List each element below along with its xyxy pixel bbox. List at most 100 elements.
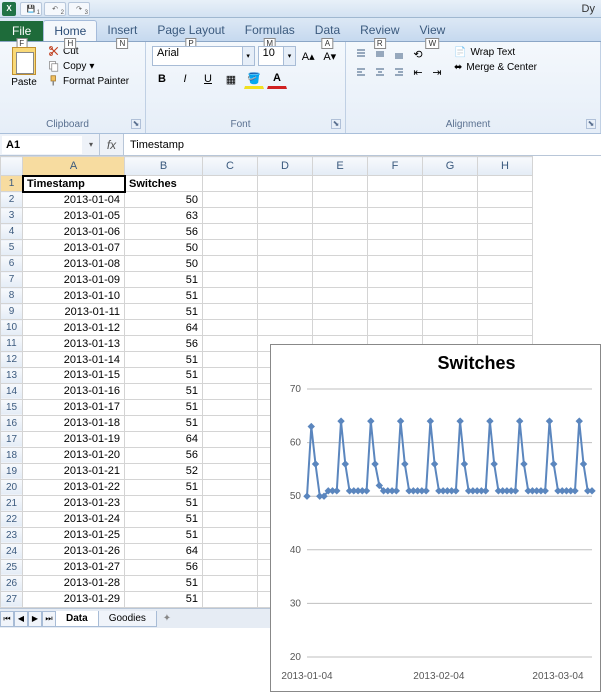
cell-B15[interactable]: 51: [125, 399, 203, 415]
row-header-20[interactable]: 20: [1, 479, 23, 495]
row-header-4[interactable]: 4: [1, 224, 23, 240]
cell-B20[interactable]: 51: [125, 479, 203, 495]
cell-B12[interactable]: 51: [125, 352, 203, 368]
cell-A8[interactable]: 2013-01-10: [23, 288, 125, 304]
new-sheet-button[interactable]: ✦: [157, 613, 177, 624]
sheet-tab-goodies[interactable]: Goodies: [98, 611, 157, 627]
cell-A7[interactable]: 2013-01-09: [23, 272, 125, 288]
align-center-button[interactable]: [371, 64, 389, 80]
col-header-D[interactable]: D: [258, 157, 313, 176]
grow-font-button[interactable]: A▴: [299, 46, 318, 66]
qat-save[interactable]: 💾1: [20, 2, 42, 16]
align-bottom-button[interactable]: [390, 46, 408, 62]
row-header-27[interactable]: 27: [1, 591, 23, 607]
qat-undo[interactable]: ↶2: [44, 2, 66, 16]
cell-A5[interactable]: 2013-01-07: [23, 240, 125, 256]
cell-B22[interactable]: 51: [125, 511, 203, 527]
row-header-7[interactable]: 7: [1, 272, 23, 288]
select-all-corner[interactable]: [1, 157, 23, 176]
cell-B11[interactable]: 56: [125, 336, 203, 352]
row-header-2[interactable]: 2: [1, 192, 23, 208]
col-header-B[interactable]: B: [125, 157, 203, 176]
chart[interactable]: Switches2030405060702013-01-042013-02-04…: [270, 344, 601, 692]
cell-B16[interactable]: 51: [125, 415, 203, 431]
name-box-dropdown[interactable]: ▾: [84, 140, 98, 149]
cell-B25[interactable]: 56: [125, 559, 203, 575]
row-header-15[interactable]: 15: [1, 399, 23, 415]
cell-A24[interactable]: 2013-01-26: [23, 543, 125, 559]
alignment-dialog-launcher[interactable]: ⬊: [586, 119, 596, 129]
cell-A16[interactable]: 2013-01-18: [23, 415, 125, 431]
row-header-24[interactable]: 24: [1, 543, 23, 559]
cell-A14[interactable]: 2013-01-16: [23, 383, 125, 399]
qat-redo[interactable]: ↷3: [68, 2, 90, 16]
tab-page-layout[interactable]: Page LayoutP: [147, 20, 234, 41]
fill-color-button[interactable]: 🪣: [244, 69, 264, 89]
format-painter-button[interactable]: Format Painter: [46, 74, 131, 88]
formula-input[interactable]: [124, 134, 601, 155]
cell-B13[interactable]: 51: [125, 368, 203, 384]
cell-B3[interactable]: 63: [125, 208, 203, 224]
row-header-21[interactable]: 21: [1, 495, 23, 511]
row-header-11[interactable]: 11: [1, 336, 23, 352]
sheet-nav-next[interactable]: ▶: [28, 611, 42, 627]
cell-B17[interactable]: 64: [125, 431, 203, 447]
cell-B6[interactable]: 50: [125, 256, 203, 272]
row-header-12[interactable]: 12: [1, 352, 23, 368]
cell-B10[interactable]: 64: [125, 320, 203, 336]
cell-B14[interactable]: 51: [125, 383, 203, 399]
cell-B4[interactable]: 56: [125, 224, 203, 240]
sheet-nav-prev[interactable]: ◀: [14, 611, 28, 627]
fx-icon[interactable]: fx: [100, 134, 124, 155]
cell-B7[interactable]: 51: [125, 272, 203, 288]
align-top-button[interactable]: [352, 46, 370, 62]
row-header-17[interactable]: 17: [1, 431, 23, 447]
orientation-button[interactable]: ⟲: [409, 46, 427, 62]
row-header-26[interactable]: 26: [1, 575, 23, 591]
row-header-22[interactable]: 22: [1, 511, 23, 527]
tab-review[interactable]: ReviewR: [350, 20, 409, 41]
cell-A9[interactable]: 2013-01-11: [23, 304, 125, 320]
cell-A19[interactable]: 2013-01-21: [23, 463, 125, 479]
underline-button[interactable]: U: [198, 69, 218, 89]
cell-A4[interactable]: 2013-01-06: [23, 224, 125, 240]
cell-B21[interactable]: 51: [125, 495, 203, 511]
sheet-tab-data[interactable]: Data: [55, 611, 99, 627]
cell-A1[interactable]: Timestamp: [23, 176, 125, 192]
col-header-H[interactable]: H: [478, 157, 533, 176]
font-color-button[interactable]: A: [267, 69, 287, 89]
col-header-G[interactable]: G: [423, 157, 478, 176]
cell-A11[interactable]: 2013-01-13: [23, 336, 125, 352]
row-header-8[interactable]: 8: [1, 288, 23, 304]
tab-data[interactable]: DataA: [305, 20, 350, 41]
cell-B27[interactable]: 51: [125, 591, 203, 607]
col-header-F[interactable]: F: [368, 157, 423, 176]
cell-A15[interactable]: 2013-01-17: [23, 399, 125, 415]
row-header-25[interactable]: 25: [1, 559, 23, 575]
row-header-9[interactable]: 9: [1, 304, 23, 320]
cell-B5[interactable]: 50: [125, 240, 203, 256]
font-dialog-launcher[interactable]: ⬊: [331, 119, 341, 129]
cell-A21[interactable]: 2013-01-23: [23, 495, 125, 511]
decrease-indent-button[interactable]: ⇤: [409, 64, 427, 80]
cell-B26[interactable]: 51: [125, 575, 203, 591]
cell-A6[interactable]: 2013-01-08: [23, 256, 125, 272]
sheet-nav-last[interactable]: ⏭: [42, 611, 56, 627]
row-header-3[interactable]: 3: [1, 208, 23, 224]
row-header-14[interactable]: 14: [1, 383, 23, 399]
row-header-23[interactable]: 23: [1, 527, 23, 543]
cell-B24[interactable]: 64: [125, 543, 203, 559]
row-header-5[interactable]: 5: [1, 240, 23, 256]
paste-button[interactable]: Paste: [4, 44, 44, 118]
col-header-A[interactable]: A: [23, 157, 125, 176]
cell-B23[interactable]: 51: [125, 527, 203, 543]
tab-insert[interactable]: InsertN: [97, 20, 147, 41]
align-left-button[interactable]: [352, 64, 370, 80]
sheet-nav-first[interactable]: ⏮: [0, 611, 14, 627]
cell-B2[interactable]: 50: [125, 192, 203, 208]
name-box[interactable]: ▾: [0, 134, 100, 155]
tab-view[interactable]: ViewW: [410, 20, 456, 41]
cell-A10[interactable]: 2013-01-12: [23, 320, 125, 336]
cell-A27[interactable]: 2013-01-29: [23, 591, 125, 607]
shrink-font-button[interactable]: A▾: [320, 46, 339, 66]
